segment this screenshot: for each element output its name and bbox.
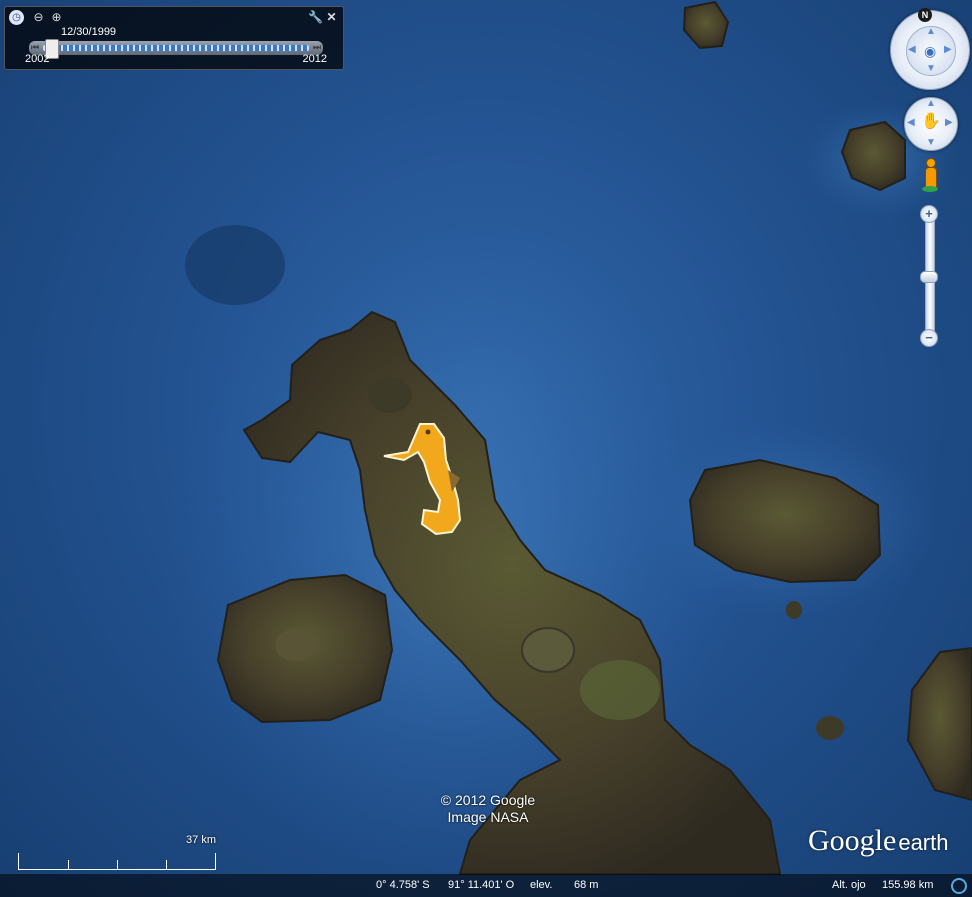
look-joystick-center[interactable]: ▲ ▼ ◀ ▶ ◉ [906, 26, 956, 76]
magnifier-plus-icon[interactable]: ⊕ [49, 10, 64, 25]
previous-date-icon[interactable]: ⏮ [31, 42, 39, 53]
end-year-label: 2012 [302, 53, 327, 65]
latitude-readout: 0° 4.758' S [376, 879, 430, 891]
historical-imagery-panel: ◷ ⊖ ⊕ 🔧 ✕ 12/30/1999 ⏮ ⏭ 2002 2012 [4, 6, 344, 70]
arrow-up-icon[interactable]: ▲ [926, 26, 936, 37]
pegman-icon[interactable] [922, 158, 938, 192]
pegman-base [922, 186, 938, 192]
elevation-readout: 68 m [574, 879, 599, 891]
arrow-left-icon[interactable]: ◀ [908, 44, 916, 55]
satellite-map[interactable] [0, 0, 972, 897]
scale-tick [166, 860, 167, 869]
zoom-out-button[interactable]: − [920, 329, 938, 347]
arrow-down-icon[interactable]: ▼ [926, 137, 936, 148]
logo-word-google: Google [808, 824, 897, 857]
arrow-right-icon[interactable]: ▶ [945, 117, 953, 128]
earth-viewport[interactable]: ◷ ⊖ ⊕ 🔧 ✕ 12/30/1999 ⏮ ⏭ 2002 2012 ▲ ▼ ◀… [0, 0, 972, 897]
scale-label: 37 km [186, 834, 216, 846]
start-year-label: 2002 [25, 53, 50, 65]
look-joystick[interactable]: ▲ ▼ ◀ ▶ ◉ [890, 10, 970, 90]
magnifier-minus-icon[interactable]: ⊖ [31, 10, 46, 25]
longitude-readout: 91° 11.401' O [448, 879, 515, 891]
hand-icon: ✋ [921, 113, 941, 130]
close-icon[interactable]: ✕ [324, 10, 339, 25]
time-slider-bar[interactable] [43, 45, 309, 51]
arrow-up-icon[interactable]: ▲ [926, 98, 936, 109]
imagery-copyright: © 2012 Google Image NASA [420, 792, 556, 826]
arrow-left-icon[interactable]: ◀ [907, 117, 915, 128]
arrow-right-icon[interactable]: ▶ [944, 44, 952, 55]
arrow-down-icon[interactable]: ▼ [926, 63, 936, 74]
scale-tick [68, 860, 69, 869]
move-joystick[interactable]: ▲ ▼ ◀ ▶ ✋ [904, 97, 958, 151]
streaming-status-icon [951, 878, 967, 894]
next-date-icon[interactable]: ⏭ [313, 42, 321, 53]
clock-icon[interactable]: ◷ [9, 10, 24, 25]
google-earth-logo: Googleearth [808, 824, 948, 858]
eye-altitude-readout: 155.98 km [882, 879, 934, 891]
wrench-icon[interactable]: 🔧 [308, 10, 323, 25]
scale-bar [18, 853, 216, 870]
time-slider-track[interactable]: ⏮ ⏭ [29, 39, 323, 59]
logo-word-earth: earth [898, 830, 949, 855]
scale-tick [117, 860, 118, 869]
elevation-label: elev. [530, 879, 553, 891]
zoom-in-button[interactable]: + [920, 205, 938, 223]
current-date-label: 12/30/1999 [61, 26, 117, 38]
copyright-line: © 2012 Google [440, 792, 536, 808]
zoom-slider[interactable]: + − [919, 203, 939, 349]
scale-legend: 37 km [18, 834, 216, 870]
zoom-slider-thumb[interactable] [920, 271, 938, 283]
north-indicator[interactable]: N [918, 8, 932, 22]
status-bar: 0° 4.758' S 91° 11.401' O elev. 68 m Alt… [0, 874, 972, 897]
eye-icon: ◉ [924, 43, 937, 59]
imagery-source-line: Image NASA [447, 809, 529, 825]
eye-altitude-label: Alt. ojo [832, 879, 866, 891]
